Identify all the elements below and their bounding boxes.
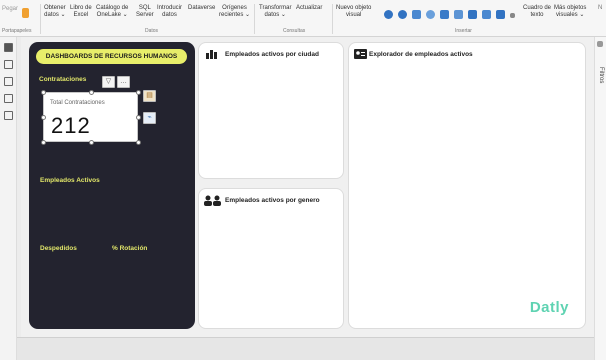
empleados-activos-label: Empleados Activos [40,177,100,184]
filter-icon[interactable]: ▽ [102,76,115,88]
resize-handle[interactable] [41,115,46,120]
card-title: Empleados activos por genero [225,197,320,204]
clipboard-group-label: Portapapeles [2,28,32,34]
pie-chart-icon[interactable] [384,10,393,19]
report-view-icon[interactable] [4,43,13,52]
resize-handle[interactable] [136,90,141,95]
more-icon[interactable]: … [117,76,130,88]
gauge-icon[interactable] [440,10,449,19]
table-view-icon[interactable] [4,60,13,69]
explorer-card[interactable]: Explorador de empleados activos Datly [348,42,586,329]
card-title: Empleados activos por ciudad [225,51,319,58]
ribbon: Pegar Portapapeles Obtener datos ⌄ Libro … [0,0,606,37]
bar-chart-icon [206,50,217,59]
data-group-label: Datos [145,28,159,34]
despedidos-label: Despedidos [40,245,77,252]
report-canvas: DASHBOARDS DE RECURSOS HUMANOS Contratac… [21,37,594,337]
page-tabs-bar [17,337,594,360]
separator [254,4,255,34]
excel-workbook-button[interactable]: Libro de Excel [70,5,92,19]
matrix-icon[interactable] [412,10,421,19]
filters-pane-collapsed[interactable]: Filtros [594,37,606,360]
text-box-button[interactable]: Cuadro de texto [523,5,551,19]
model-view-icon[interactable] [4,77,13,86]
datly-logo: Datly [529,299,569,316]
get-data-button[interactable]: Obtener datos ⌄ [44,5,66,19]
resize-handle[interactable] [89,90,94,95]
powerbi-desktop: Pegar Portapapeles Obtener datos ⌄ Libro … [0,0,606,360]
chart-card-genero[interactable]: Empleados activos por genero [198,188,344,329]
chart-card-ciudad[interactable]: Empleados activos por ciudad [198,42,344,179]
kpi-card-contrataciones[interactable]: Total Contrataciones 212 [41,90,141,145]
onelake-catalog-button[interactable]: Catálogo de OneLake ⌄ [96,5,128,19]
more-visuals-button[interactable]: Más objetos visuales ⌄ [554,5,586,19]
kpi-title: Total Contrataciones [50,100,105,106]
dax-query-icon[interactable] [4,94,13,103]
resize-handle[interactable] [89,140,94,145]
resize-handle[interactable] [41,90,46,95]
recent-sources-button[interactable]: Orígenes recientes ⌄ [219,5,250,19]
resize-handle[interactable] [41,140,46,145]
insert-group-label: Insertar [455,28,472,34]
new-visual-button[interactable]: Nuevo objeto visual [336,5,371,19]
sql-server-button[interactable]: SQL Server [136,5,154,19]
table-visual-icon[interactable] [468,10,477,19]
chevron-left-icon[interactable] [597,41,603,47]
dashboard-title: DASHBOARDS DE RECURSOS HUMANOS [36,49,187,64]
resize-handle[interactable] [136,140,141,145]
id-card-icon [354,49,367,59]
tmdl-view-icon[interactable] [4,111,13,120]
rotacion-label: % Rotación [112,245,148,252]
transform-data-button[interactable]: Transformar datos ⌄ [259,5,291,19]
kpi-visual-icon[interactable] [496,10,505,19]
card-visual-icon[interactable] [454,10,463,19]
map-icon[interactable] [426,10,435,19]
enter-data-button[interactable]: Introducir datos [157,5,182,19]
view-rail [0,37,17,360]
dataverse-button[interactable]: Dataverse [188,5,215,12]
contrataciones-label: Contrataciones [39,76,87,83]
analytics-icon[interactable]: ⌁ [143,112,156,124]
visual-format-icon[interactable]: ▤ [143,90,156,102]
people-icon [204,195,221,206]
refresh-button[interactable]: Actualizar [296,5,322,12]
slicer-icon[interactable] [482,10,491,19]
separator [332,4,333,34]
paste-button[interactable]: Pegar [2,6,18,13]
separator [40,4,41,34]
queries-group-label: Consultas [283,28,306,34]
chevron-icon[interactable] [510,13,515,18]
filters-label[interactable]: Filtros [598,67,604,83]
card-title: Explorador de empleados activos [369,51,473,58]
donut-chart-icon[interactable] [398,10,407,19]
resize-handle[interactable] [136,115,141,120]
dashboard-sidebar: DASHBOARDS DE RECURSOS HUMANOS Contratac… [29,42,195,329]
ribbon-overflow[interactable]: N [598,5,602,12]
kpi-value: 212 [51,113,91,138]
brush-icon[interactable] [22,8,29,18]
